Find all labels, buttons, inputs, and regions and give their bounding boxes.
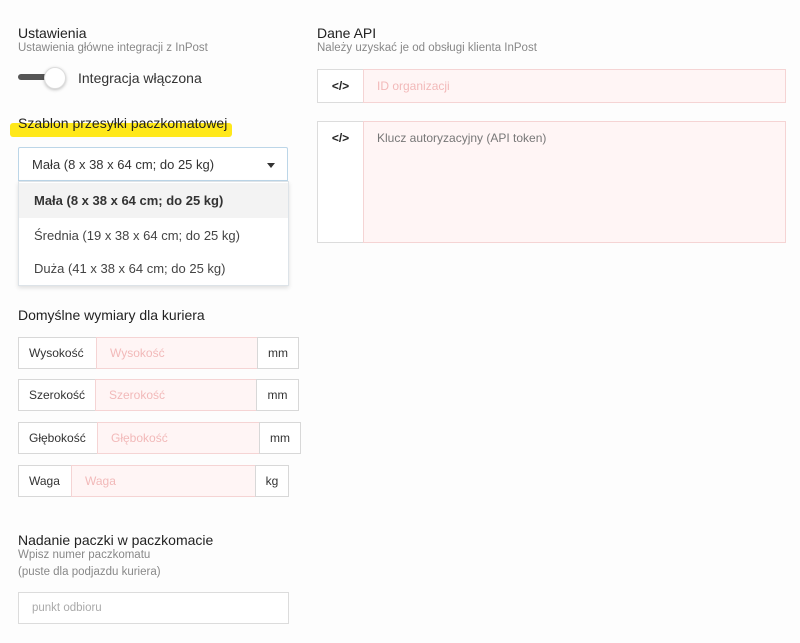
pickup-point-input[interactable]: punkt odbioru <box>18 592 289 624</box>
pickup-subtitle-2: (puste dla podjazdu kuriera) <box>18 566 161 578</box>
code-icon: </> <box>317 121 364 243</box>
template-option-large[interactable]: Duża (41 x 38 x 64 cm; do 25 kg) <box>19 251 288 286</box>
settings-title: Ustawienia <box>18 25 87 41</box>
api-token-textarea[interactable]: Klucz autoryzacyjny (API token) <box>363 121 786 243</box>
height-label: Wysokość <box>18 337 97 369</box>
depth-input[interactable]: Głębokość <box>97 422 260 454</box>
weight-input[interactable]: Waga <box>71 465 256 497</box>
height-unit: mm <box>257 337 299 369</box>
code-icon: </> <box>317 69 364 103</box>
template-select-value: Mała (8 x 38 x 64 cm; do 25 kg) <box>32 157 215 172</box>
settings-subtitle: Ustawienia główne integracji z InPost <box>18 42 208 54</box>
height-input[interactable]: Wysokość <box>96 337 258 369</box>
pickup-subtitle-1: Wpisz numer paczkomatu <box>18 549 151 561</box>
depth-unit: mm <box>259 422 301 454</box>
width-label: Szerokość <box>18 379 96 411</box>
width-unit: mm <box>256 379 299 411</box>
toggle-knob[interactable] <box>44 67 66 89</box>
template-option-small[interactable]: Mała (8 x 38 x 64 cm; do 25 kg) <box>19 183 288 218</box>
template-select[interactable]: Mała (8 x 38 x 64 cm; do 25 kg) <box>18 147 288 181</box>
api-title: Dane API <box>317 25 377 41</box>
width-input[interactable]: Szerokość <box>95 379 257 411</box>
api-subtitle: Należy uzyskać je od obsługi klienta InP… <box>317 42 537 54</box>
weight-unit: kg <box>255 465 289 497</box>
pickup-title: Nadanie paczki w paczkomacie <box>18 532 214 548</box>
caret-down-icon <box>267 163 275 168</box>
template-dropdown: Mała (8 x 38 x 64 cm; do 25 kg) Średnia … <box>18 181 289 286</box>
toggle-label: Integracja włączona <box>78 70 202 86</box>
weight-label: Waga <box>18 465 72 497</box>
template-title: Szablon przesyłki paczkomatowej <box>18 115 228 131</box>
dimensions-title: Domyślne wymiary dla kuriera <box>18 307 205 323</box>
template-option-medium[interactable]: Średnia (19 x 38 x 64 cm; do 25 kg) <box>19 218 288 253</box>
depth-label: Głębokość <box>18 422 98 454</box>
organization-id-input[interactable]: ID organizacji <box>363 69 786 103</box>
